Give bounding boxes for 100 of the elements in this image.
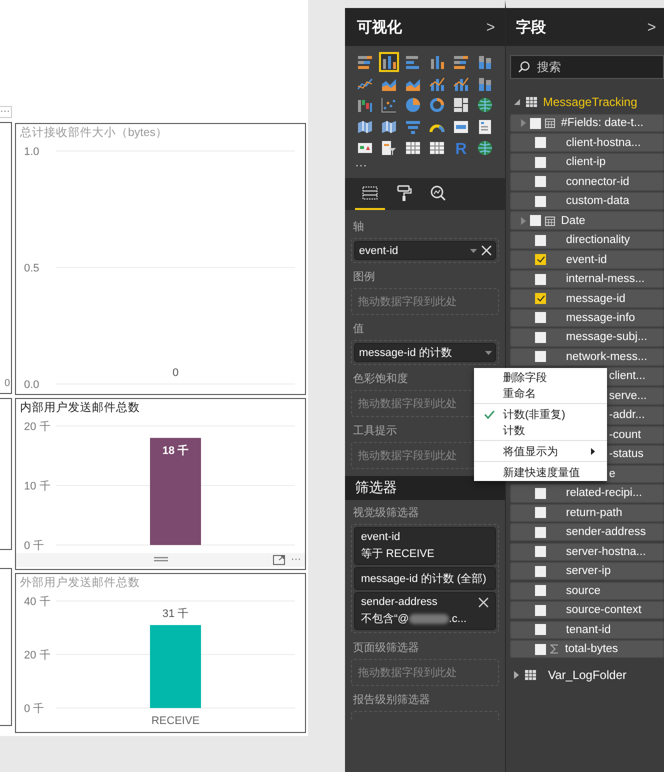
checkbox[interactable] bbox=[535, 254, 546, 266]
collapse-button[interactable]: > bbox=[647, 18, 656, 36]
field-item[interactable]: message-info bbox=[510, 308, 664, 328]
field-item[interactable]: network-mess... bbox=[510, 348, 664, 366]
pie-chart-icon[interactable] bbox=[404, 96, 422, 114]
filter-card[interactable]: message-id 的计数 (全部) bbox=[354, 567, 496, 590]
collapse-button[interactable]: > bbox=[486, 18, 495, 36]
more-options-button[interactable]: ··· bbox=[0, 106, 12, 118]
expanded-arrow-icon[interactable] bbox=[514, 99, 520, 105]
field-item[interactable]: Date bbox=[510, 211, 664, 230]
table-icon[interactable] bbox=[404, 139, 422, 157]
field-item[interactable]: client-hostna... bbox=[510, 133, 664, 152]
collapsed-arrow-icon[interactable] bbox=[514, 671, 519, 680]
checkbox[interactable] bbox=[535, 604, 546, 616]
paint-roller-icon[interactable] bbox=[395, 184, 413, 202]
field-chip[interactable]: event-id bbox=[354, 241, 496, 260]
column-chart-icon[interactable] bbox=[428, 53, 446, 71]
data-label: 0 bbox=[172, 367, 179, 379]
field-item[interactable]: server-hostna... bbox=[510, 542, 664, 561]
more-options-button[interactable]: ··· bbox=[291, 555, 301, 565]
field-item[interactable]: return-path bbox=[510, 504, 664, 522]
bar-chart-icon[interactable] bbox=[404, 53, 422, 71]
field-item[interactable]: e bbox=[606, 464, 664, 484]
caret-icon[interactable] bbox=[485, 350, 492, 354]
table-icon[interactable] bbox=[428, 139, 446, 157]
scatter-chart-icon[interactable] bbox=[380, 96, 398, 114]
field-item[interactable]: source-context bbox=[510, 601, 664, 620]
checkbox[interactable] bbox=[535, 196, 546, 207]
field-item[interactable]: -addr... bbox=[606, 406, 664, 425]
checkbox[interactable] bbox=[535, 274, 546, 285]
bar-chart-icon[interactable] bbox=[452, 53, 470, 71]
well-label: 工具提示 bbox=[353, 424, 398, 438]
field-item[interactable]: source bbox=[510, 582, 664, 600]
field-item[interactable]: tenant-id bbox=[510, 620, 664, 639]
checkbox[interactable] bbox=[530, 215, 541, 226]
globe-icon[interactable] bbox=[476, 96, 494, 114]
more-visuals-button[interactable]: ··· bbox=[345, 158, 505, 174]
field-item[interactable]: custom-data bbox=[510, 192, 664, 210]
donut-chart-icon[interactable] bbox=[428, 96, 446, 114]
checkbox[interactable] bbox=[535, 351, 546, 362]
checkbox[interactable] bbox=[535, 312, 546, 324]
checkbox[interactable] bbox=[535, 585, 546, 596]
field-item[interactable]: -status bbox=[606, 445, 664, 464]
checkbox[interactable] bbox=[530, 118, 541, 129]
field-item[interactable]: related-recipi... bbox=[510, 484, 664, 502]
focus-mode-icon[interactable] bbox=[273, 555, 285, 565]
menu-item[interactable]: 计数(非重复) bbox=[474, 406, 607, 422]
well-label: 轴 bbox=[353, 220, 365, 234]
globe-icon[interactable] bbox=[476, 139, 494, 157]
field-item[interactable]: server-ip bbox=[510, 562, 664, 580]
checkbox[interactable] bbox=[535, 332, 546, 343]
field-item[interactable]: serve... bbox=[606, 386, 664, 406]
menu-item[interactable]: 计数 bbox=[474, 422, 607, 438]
checkbox[interactable] bbox=[535, 624, 546, 636]
field-item[interactable]: internal-mess... bbox=[510, 270, 664, 288]
field-item[interactable]: message-subj... bbox=[510, 328, 664, 347]
drag-handle-icon[interactable] bbox=[154, 557, 168, 562]
list-icon[interactable] bbox=[476, 118, 494, 136]
checkbox[interactable] bbox=[535, 293, 546, 304]
slicer-icon[interactable] bbox=[380, 139, 398, 157]
checkbox[interactable] bbox=[535, 546, 546, 558]
checkbox[interactable] bbox=[535, 526, 546, 538]
checkbox[interactable] bbox=[535, 176, 546, 188]
field-item[interactable]: connector-id bbox=[510, 172, 664, 191]
table-node[interactable]: Var_LogFolder bbox=[510, 666, 664, 684]
filter-card[interactable]: event-id 等于 RECEIVE bbox=[354, 527, 496, 565]
search-field[interactable]: 搜索 bbox=[510, 55, 664, 79]
field-item[interactable]: directionality bbox=[510, 230, 664, 250]
field-item[interactable]: -count bbox=[606, 426, 664, 444]
menu-item[interactable]: 删除字段 bbox=[474, 369, 607, 385]
bar-chart-icon[interactable] bbox=[356, 53, 374, 71]
filter-card[interactable]: sender-address 不包含“@ .c... bbox=[354, 592, 496, 630]
field-item[interactable]: #Fields: date-t... bbox=[510, 114, 664, 132]
column-chart-icon[interactable] bbox=[380, 53, 398, 71]
checkbox[interactable] bbox=[535, 566, 546, 577]
field-item[interactable]: total-bytes bbox=[510, 640, 664, 658]
close-icon[interactable] bbox=[478, 596, 489, 608]
checkbox[interactable] bbox=[535, 488, 546, 499]
calendar-icon bbox=[545, 216, 555, 226]
field-item[interactable]: client-ip bbox=[510, 152, 664, 172]
magnifier-icon[interactable] bbox=[429, 184, 447, 202]
checkbox[interactable] bbox=[535, 234, 546, 246]
menu-item[interactable]: 将值显示为 bbox=[474, 443, 607, 459]
field-item[interactable]: event-id bbox=[510, 250, 664, 269]
caret-icon[interactable] bbox=[470, 248, 477, 252]
checkbox[interactable] bbox=[535, 644, 546, 655]
chart-title: 内部用户发送邮件总数 bbox=[19, 400, 141, 416]
checkbox[interactable] bbox=[535, 137, 546, 148]
fields-well-icon[interactable] bbox=[361, 184, 379, 202]
field-item[interactable]: sender-address bbox=[510, 523, 664, 542]
treemap-icon[interactable] bbox=[452, 96, 470, 114]
table-node[interactable]: MessageTracking bbox=[510, 93, 664, 111]
submenu-arrow-icon bbox=[591, 448, 595, 455]
column-chart-icon[interactable] bbox=[476, 53, 494, 71]
field-item[interactable]: message-id bbox=[510, 289, 664, 308]
close-icon[interactable] bbox=[481, 245, 492, 256]
field-chip[interactable]: message-id 的计数 bbox=[354, 343, 496, 362]
checkbox[interactable] bbox=[535, 507, 546, 518]
checkbox[interactable] bbox=[535, 156, 546, 168]
field-item[interactable]: client... bbox=[606, 367, 664, 386]
